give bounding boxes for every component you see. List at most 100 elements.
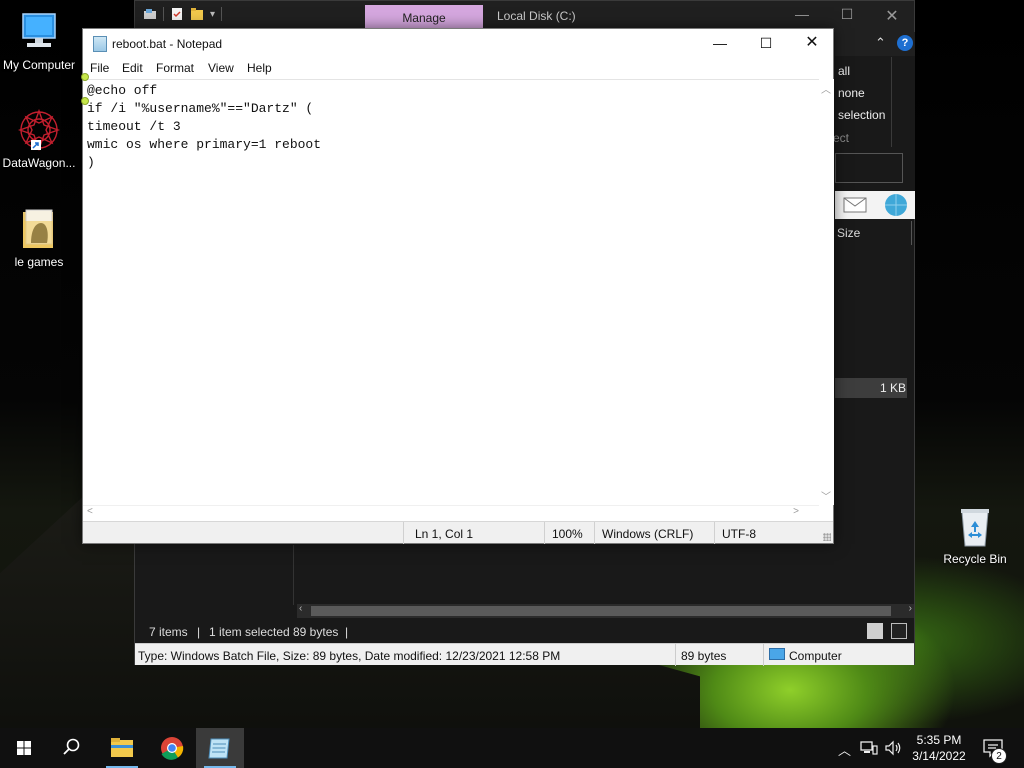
menu-help[interactable]: Help — [247, 61, 272, 75]
cursor-position: Ln 1, Col 1 — [415, 527, 474, 541]
status-separator: | — [197, 625, 201, 639]
clock[interactable]: 5:35 PM 3/14/2022 — [908, 732, 970, 764]
details-divider — [675, 644, 676, 666]
zoom-level: 100% — [552, 527, 583, 541]
start-icon — [17, 741, 31, 755]
status-divider — [594, 522, 595, 544]
horizontal-scrollbar[interactable]: < > — [83, 505, 819, 520]
customize-toolbar-chevron-icon[interactable]: ▾ — [210, 9, 215, 20]
collapse-ribbon-chevron-icon[interactable]: ⌃ — [875, 35, 886, 51]
show-hidden-icons-chevron-icon[interactable]: ︿ — [838, 740, 851, 759]
clock-time: 5:35 PM — [916, 733, 962, 747]
text-editor-area[interactable]: @echo off if /i "%username%"=="Dartz" ( … — [83, 79, 819, 505]
details-view-icon[interactable] — [867, 623, 883, 639]
large-icons-view-icon[interactable] — [891, 623, 907, 639]
explorer-maximize-button[interactable]: ☐ — [832, 6, 862, 26]
folder-icon — [17, 207, 61, 251]
notepad-titlebar[interactable]: reboot.bat - Notepad — ☐ ✕ — [83, 29, 833, 59]
line-ending: Windows (CRLF) — [602, 527, 694, 541]
nav-pane-divider[interactable] — [293, 545, 294, 605]
desktop-icon-my-computer[interactable]: My Computer — [0, 10, 78, 72]
maximize-button[interactable]: ☐ — [743, 29, 789, 57]
column-header-size[interactable]: Size — [837, 226, 860, 240]
properties-icon[interactable] — [143, 7, 157, 21]
explorer-horizontal-scrollbar[interactable]: ‹ › — [297, 603, 914, 618]
table-cell-size: 1 KB — [880, 381, 907, 395]
mandala-shortcut-icon — [17, 108, 61, 152]
taskbar-chrome[interactable] — [148, 728, 196, 768]
scroll-left-arrow-icon[interactable]: ‹ — [299, 603, 302, 614]
scroll-right-arrow-icon[interactable]: > — [793, 506, 799, 517]
status-divider — [403, 522, 404, 544]
globe-share-icon[interactable] — [883, 193, 909, 217]
column-divider[interactable] — [911, 221, 912, 245]
email-icon[interactable] — [843, 197, 867, 213]
cursor-highlight-marker — [81, 73, 89, 81]
taskbar-file-explorer[interactable] — [98, 728, 146, 768]
start-button[interactable] — [0, 728, 48, 768]
status-divider — [544, 522, 545, 544]
chrome-icon — [161, 737, 184, 760]
toolbar-divider — [221, 7, 223, 21]
encoding: UTF-8 — [722, 527, 756, 541]
search-input[interactable] — [835, 153, 903, 183]
file-size-text: 89 bytes — [681, 649, 727, 663]
notepad-icon — [208, 738, 230, 759]
explorer-details-bar: Type: Windows Batch File, Size: 89 bytes… — [135, 643, 914, 666]
desktop-icon-recycle-bin[interactable]: Recycle Bin — [936, 504, 1014, 566]
help-icon[interactable]: ? — [897, 35, 913, 51]
explorer-minimize-button[interactable]: — — [787, 6, 817, 26]
resize-grip-icon[interactable] — [823, 533, 831, 541]
notepad-icon — [93, 36, 107, 52]
notification-count-badge: 2 — [991, 748, 1007, 764]
notepad-window[interactable]: reboot.bat - Notepad — ☐ ✕ File Edit For… — [81, 28, 834, 544]
status-selected-count: 1 item selected — [209, 625, 290, 639]
notepad-menubar: File Edit Format View Help — [83, 59, 833, 79]
explorer-close-button[interactable]: ✕ — [877, 6, 907, 26]
desktop-icon-label: DataWagon... — [2, 156, 76, 170]
menu-file[interactable]: File — [90, 61, 109, 75]
desktop-icon-le-games[interactable]: le games — [0, 207, 78, 269]
scroll-right-arrow-icon[interactable]: › — [909, 603, 912, 614]
select-none-button[interactable]: none — [838, 86, 865, 100]
location-text: Computer — [789, 649, 842, 663]
details-divider — [763, 644, 764, 666]
vertical-scrollbar[interactable]: ︿ ﹀ — [819, 79, 834, 505]
volume-icon[interactable] — [884, 740, 902, 756]
search-icon — [63, 738, 80, 755]
scrollbar-thumb[interactable] — [311, 606, 891, 616]
menu-edit[interactable]: Edit — [122, 61, 143, 75]
desktop-icon-label: le games — [14, 255, 64, 269]
ribbon-divider — [891, 57, 892, 147]
menu-view[interactable]: View — [208, 61, 234, 75]
network-icon[interactable] — [860, 740, 878, 756]
desktop-icon-label: My Computer — [2, 58, 76, 72]
tab-manage[interactable]: Manage — [365, 5, 483, 29]
monitor-icon — [17, 10, 61, 54]
invert-selection-button[interactable]: selection — [838, 108, 885, 122]
desktop-icon-datawagon[interactable]: DataWagon... — [0, 108, 78, 170]
close-button[interactable]: ✕ — [789, 29, 835, 57]
notepad-status-bar: Ln 1, Col 1 100% Windows (CRLF) UTF-8 — [83, 521, 833, 544]
notepad-window-title: reboot.bat - Notepad — [112, 37, 223, 51]
new-folder-icon[interactable] — [190, 7, 204, 21]
scroll-down-arrow-icon[interactable]: ﹀ — [821, 488, 831, 503]
search-button[interactable] — [48, 728, 96, 768]
status-selected-size: 89 bytes — [293, 625, 339, 639]
status-item-count: 7 items — [149, 625, 188, 639]
status-separator: | — [345, 625, 349, 639]
minimize-button[interactable]: — — [697, 29, 743, 57]
scroll-up-arrow-icon[interactable]: ︿ — [821, 81, 831, 96]
cursor-highlight-marker — [81, 97, 89, 105]
scroll-left-arrow-icon[interactable]: < — [87, 506, 93, 517]
select-all-button[interactable]: all — [838, 64, 850, 78]
clock-date: 3/14/2022 — [912, 749, 966, 763]
computer-icon — [769, 648, 785, 660]
ribbon-group-label: ect — [833, 131, 850, 145]
recycle-bin-icon — [953, 504, 997, 548]
taskbar-notepad[interactable] — [196, 728, 244, 768]
menu-format[interactable]: Format — [156, 61, 194, 75]
explorer-status-bar: 7 items | 1 item selected 89 bytes | — [135, 620, 914, 642]
explorer-window-title: Local Disk (C:) — [497, 9, 576, 23]
checkmark-doc-icon[interactable] — [170, 7, 184, 21]
